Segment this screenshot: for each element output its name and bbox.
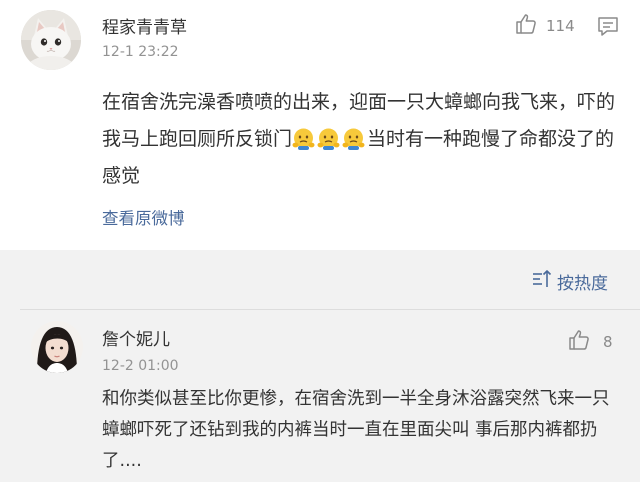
sort-label: 按热度 (557, 273, 608, 294)
like-button[interactable]: 114 (514, 12, 575, 40)
thumbs-up-icon (567, 328, 591, 356)
reply-like-count: 8 (603, 333, 613, 351)
facepalm-emoji-icon (317, 126, 340, 150)
username[interactable]: 程家青青草 (102, 13, 187, 38)
reply-timestamp: 12-2 01:00 (102, 358, 179, 374)
facepalm-emoji-icon (342, 126, 365, 150)
reply-text: 和你类似甚至比你更惨，在宿舍洗到一半全身沐浴露突然飞来一只蟑螂吓死了还钻到我的内… (102, 389, 610, 471)
avatar[interactable] (31, 321, 83, 373)
sort-button[interactable]: 按热度 (531, 268, 608, 294)
thumbs-up-icon (514, 12, 538, 40)
sort-icon (531, 268, 553, 294)
reply-like-button[interactable]: 8 (567, 328, 613, 356)
reply-username[interactable]: 詹个妮儿 (102, 325, 170, 350)
main-comment-card: 程家青青草 12-1 23:22 114 在宿舍洗完澡香喷喷的出来，迎面一只大蟑… (0, 0, 640, 250)
timestamp: 12-1 23:22 (102, 44, 179, 60)
comment-icon[interactable] (596, 14, 620, 42)
divider (20, 309, 640, 310)
facepalm-emoji-icon (292, 126, 315, 150)
avatar[interactable] (21, 10, 81, 70)
like-count: 114 (546, 17, 575, 35)
view-original-link[interactable]: 查看原微博 (102, 205, 185, 229)
comment-text: 在宿舍洗完澡香喷喷的出来，迎面一只大蟑螂向我飞来，吓的我马上跑回厕所反锁门 当时有… (102, 84, 622, 195)
